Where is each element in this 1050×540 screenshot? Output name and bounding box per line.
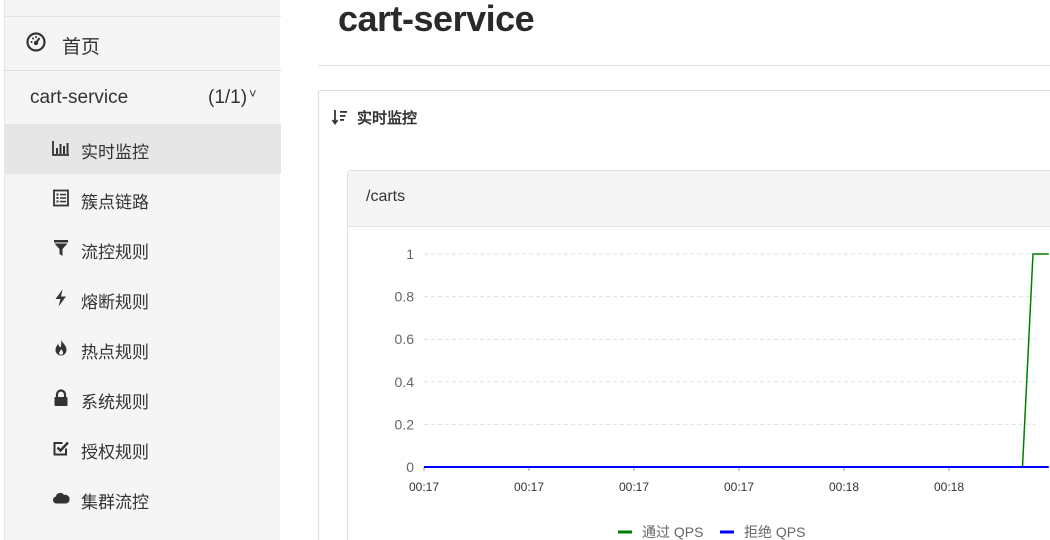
app-menu: 实时监控 簇点链路 流控规则 熔断规则 热点规则 系统规则 授权规则 集群流控 bbox=[5, 124, 281, 524]
sidebar-item-label: 熔断规则 bbox=[81, 293, 149, 313]
sidebar-item-label: 系统规则 bbox=[81, 393, 149, 413]
qps-line-chart: 0 0.2 0.4 0.6 0.8 1 00:17 00:17 00:17 00:17 00:18 0… bbox=[395, 246, 1049, 540]
x-tick-label: 00:18 bbox=[829, 480, 859, 494]
sidebar-item-label: 授权规则 bbox=[81, 443, 149, 463]
legend-label: 拒绝 QPS bbox=[744, 524, 805, 540]
sidebar-item-cluster-flow[interactable]: 集群流控 bbox=[5, 474, 281, 524]
panel-title: 实时监控 bbox=[357, 109, 418, 127]
divider bbox=[318, 65, 1050, 66]
sidebar-item-realtime-monitor[interactable]: 实时监控 bbox=[5, 124, 281, 174]
chevron-down-icon: ˅ bbox=[249, 86, 257, 101]
y-tick-label: 0.2 bbox=[395, 416, 415, 432]
check-square-icon bbox=[53, 441, 69, 456]
sidebar-item-hotspot-rules[interactable]: 热点规则 bbox=[5, 324, 281, 374]
x-tick-label: 00:17 bbox=[724, 480, 754, 494]
sidebar-item-cluster-link[interactable]: 簇点链路 bbox=[5, 174, 281, 224]
app-instance-count: (1/1) bbox=[208, 87, 248, 108]
y-tick-label: 0.4 bbox=[395, 374, 415, 390]
sidebar-item-home[interactable]: 首页 bbox=[5, 16, 281, 71]
list-icon bbox=[53, 189, 69, 207]
x-tick-label: 00:17 bbox=[619, 480, 649, 494]
y-tick-label: 0.8 bbox=[395, 289, 415, 305]
x-tick-label: 00:17 bbox=[514, 480, 544, 494]
sidebar-item-system-rules[interactable]: 系统规则 bbox=[5, 374, 281, 424]
app-name: cart-service bbox=[30, 87, 129, 108]
sidebar-item-label: 实时监控 bbox=[81, 143, 149, 163]
fire-icon bbox=[55, 339, 67, 356]
x-tick-label: 00:17 bbox=[409, 480, 439, 494]
sidebar-item-label: 首页 bbox=[62, 36, 101, 58]
sidebar-item-label: 热点规则 bbox=[81, 343, 149, 363]
y-tick-label: 0 bbox=[406, 459, 414, 475]
lock-icon bbox=[54, 389, 68, 406]
legend-label: 通过 QPS bbox=[642, 524, 703, 540]
sidebar-item-label: 集群流控 bbox=[81, 493, 149, 513]
filter-icon bbox=[54, 240, 68, 256]
bar-chart-icon bbox=[52, 141, 69, 156]
cloud-icon bbox=[52, 492, 70, 504]
lightning-icon bbox=[55, 289, 66, 307]
sidebar-item-degrade-rules[interactable]: 熔断规则 bbox=[5, 274, 281, 324]
sidebar-item-label: 簇点链路 bbox=[81, 193, 149, 213]
sidebar-item-label: 流控规则 bbox=[81, 243, 149, 263]
dashboard-icon bbox=[26, 32, 46, 52]
y-tick-label: 1 bbox=[406, 246, 414, 262]
sort-icon[interactable] bbox=[331, 108, 349, 126]
sidebar-item-authority-rules[interactable]: 授权规则 bbox=[5, 424, 281, 474]
y-tick-label: 0.6 bbox=[395, 331, 415, 347]
sidebar-item-flow-rules[interactable]: 流控规则 bbox=[5, 224, 281, 274]
card-header: /carts bbox=[348, 171, 1050, 227]
app-selector[interactable]: cart-service (1/1) ˅ bbox=[5, 72, 281, 122]
series-line-pass-qps bbox=[424, 253, 1049, 468]
x-tick-label: 00:18 bbox=[934, 480, 964, 494]
page-title: cart-service bbox=[338, 0, 535, 39]
resource-name: /carts bbox=[366, 188, 406, 205]
sidebar: 首页 cart-service (1/1) ˅ 实时监控 簇点链路 流控规则 熔… bbox=[4, 0, 281, 540]
